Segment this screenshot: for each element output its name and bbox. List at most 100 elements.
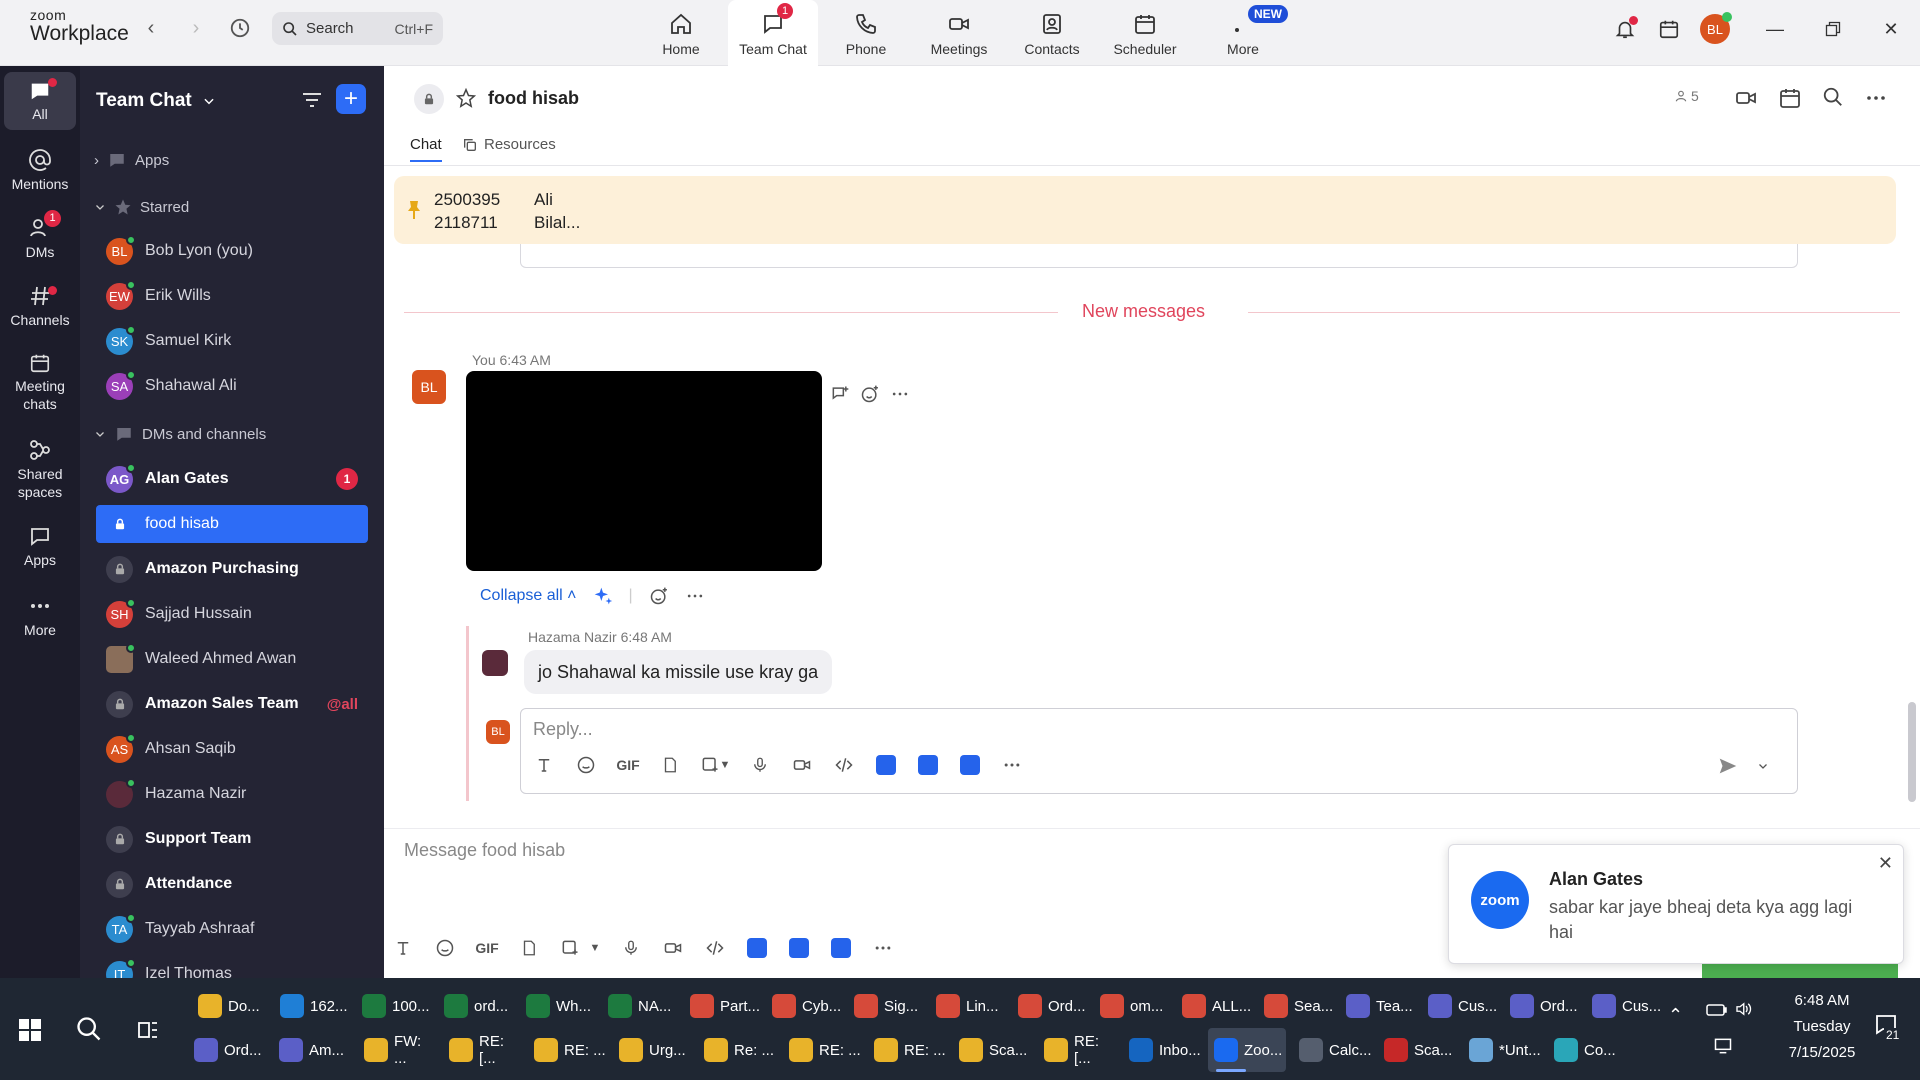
video-clip-icon[interactable] (652, 938, 694, 958)
sidebar-item-amazon-purchasing[interactable]: Amazon Purchasing (96, 550, 368, 588)
more-dots-icon[interactable] (862, 938, 904, 958)
sidebar-item-samuel-kirk[interactable]: SK Samuel Kirk (96, 322, 368, 360)
minimize-icon[interactable]: — (1760, 14, 1790, 44)
tab-home[interactable]: Home (636, 0, 726, 66)
rail-dms[interactable]: 1 DMs (4, 210, 76, 262)
video-clip-icon[interactable] (781, 755, 823, 775)
sidebar-item-izel-thomas[interactable]: IT Izel Thomas (96, 955, 368, 978)
sidebar-item-alan-gates[interactable]: AG Alan Gates 1 (96, 460, 368, 498)
emoji-icon[interactable] (565, 755, 607, 775)
taskbar-item[interactable]: Do... (192, 984, 268, 1028)
taskbar-item[interactable]: Cus... (1422, 984, 1498, 1028)
reply-icon[interactable] (830, 384, 850, 404)
pinned-message[interactable]: 2500395 2118711 Ali Bilal... (394, 176, 1896, 244)
file-icon[interactable] (649, 756, 691, 774)
rail-more[interactable]: More (4, 594, 76, 640)
reply-message-bubble[interactable]: jo Shahawal ka missile use kray ga (524, 650, 833, 694)
avatar-photo[interactable] (482, 650, 508, 676)
chevron-down-icon[interactable] (1757, 760, 1769, 772)
rail-shared-spaces[interactable]: Shared spaces (4, 438, 76, 501)
microphone-icon[interactable] (610, 939, 652, 957)
gif-icon[interactable]: GIF (466, 940, 508, 956)
rail-mentions[interactable]: Mentions (4, 148, 76, 194)
taskbar-item[interactable]: Ord... (1012, 984, 1088, 1028)
taskbar-item[interactable]: Cus... (1586, 984, 1662, 1028)
taskbar-item[interactable]: Am... (273, 1028, 351, 1072)
taskbar-item[interactable]: 100... (356, 984, 432, 1028)
taskbar-item[interactable]: Ord... (188, 1028, 266, 1072)
taskbar-item[interactable]: ord... (438, 984, 514, 1028)
section-starred[interactable]: Starred (94, 195, 189, 219)
collapse-all-button[interactable]: Collapse all ˄ (480, 587, 577, 605)
scrollbar[interactable] (1908, 702, 1916, 802)
calendar-app-icon[interactable] (1654, 14, 1684, 44)
more-dots-icon[interactable] (991, 755, 1033, 775)
app-icon-2[interactable] (778, 938, 820, 958)
chevron-down-icon[interactable]: ▼ (590, 942, 601, 954)
sidebar-item-hazama-nazir[interactable]: Hazama Nazir (96, 775, 368, 813)
taskbar-item[interactable]: ALL... (1176, 984, 1252, 1028)
message-input[interactable]: Message food hisab (404, 840, 565, 861)
taskbar-item[interactable]: RE: ... (528, 1028, 606, 1072)
send-icon[interactable] (1717, 755, 1739, 777)
emoji-add-icon[interactable] (649, 586, 669, 606)
tab-scheduler[interactable]: Scheduler (1100, 0, 1190, 66)
calendar-icon[interactable] (1778, 86, 1802, 115)
close-icon[interactable]: ✕ (1878, 853, 1893, 874)
text-format-icon[interactable] (523, 756, 565, 774)
taskbar-item[interactable]: Co... (1548, 1028, 1626, 1072)
user-avatar[interactable]: BL (1700, 12, 1732, 44)
sidebar-item-support-team[interactable]: Support Team (96, 820, 368, 858)
avatar[interactable]: BL (412, 370, 446, 404)
taskbar-item[interactable]: 162... (274, 984, 350, 1028)
taskbar-item[interactable]: Tea... (1340, 984, 1416, 1028)
tab-more[interactable]: NEW More (1198, 0, 1288, 66)
file-icon[interactable] (508, 939, 550, 957)
sidebar-item-shahawal-ali[interactable]: SA Shahawal Ali (96, 367, 368, 405)
more-dots-icon[interactable] (685, 586, 705, 606)
rail-apps[interactable]: Apps (4, 524, 76, 570)
search-icon[interactable] (72, 1012, 106, 1046)
emoji-icon[interactable] (424, 938, 466, 958)
tab-resources[interactable]: Resources (462, 136, 556, 153)
volume-icon[interactable] (1732, 1000, 1754, 1018)
taskbar-item[interactable]: NA... (602, 984, 678, 1028)
back-icon[interactable]: ‹ (137, 14, 165, 42)
sidebar-title[interactable]: Team Chat (96, 90, 216, 112)
chevron-down-icon[interactable]: ▼ (720, 759, 731, 771)
taskbar-item[interactable]: Wh... (520, 984, 596, 1028)
channel-title[interactable]: food hisab (488, 88, 579, 109)
forward-icon[interactable]: › (182, 14, 210, 42)
rail-channels[interactable]: Channels (4, 284, 76, 330)
chevron-up-icon[interactable]: ⌃ (1668, 1002, 1683, 1028)
restore-icon[interactable] (1818, 14, 1848, 44)
taskbar-item[interactable]: om... (1094, 984, 1170, 1028)
taskbar-item[interactable]: Inbo... (1123, 1028, 1201, 1072)
notifications-icon[interactable]: 21 (1866, 1012, 1906, 1052)
taskbar-item[interactable]: Re: ... (698, 1028, 776, 1072)
taskbar-item[interactable]: FW: ... (358, 1028, 436, 1072)
battery-icon[interactable] (1706, 1002, 1728, 1018)
app-icon-1[interactable] (865, 755, 907, 775)
app-icon-3[interactable] (949, 755, 991, 775)
app-icon-3[interactable] (820, 938, 862, 958)
sidebar-item-bob-lyon[interactable]: BL Bob Lyon (you) (96, 232, 368, 270)
taskbar-item[interactable]: Lin... (930, 984, 1006, 1028)
taskbar-item[interactable]: Ord... (1504, 984, 1580, 1028)
taskbar-item[interactable]: RE: ... (783, 1028, 861, 1072)
code-icon[interactable] (823, 755, 865, 775)
members-button[interactable]: 5 (1674, 88, 1699, 104)
close-icon[interactable]: ✕ (1876, 14, 1906, 44)
filter-icon[interactable] (300, 88, 324, 117)
tab-meetings[interactable]: Meetings (914, 0, 1004, 66)
search-icon[interactable] (1822, 86, 1844, 113)
section-apps[interactable]: › Apps (94, 148, 169, 172)
taskbar-item[interactable]: Sca... (953, 1028, 1031, 1072)
sidebar-item-food-hisab[interactable]: food hisab (96, 505, 368, 543)
taskbar-item[interactable]: *Unt... (1463, 1028, 1541, 1072)
tab-contacts[interactable]: Contacts (1007, 0, 1097, 66)
app-icon-2[interactable] (907, 755, 949, 775)
tab-team-chat[interactable]: 1 Team Chat (728, 0, 818, 66)
rail-all[interactable]: All (4, 72, 76, 130)
sidebar-item-ahsan-saqib[interactable]: AS Ahsan Saqib (96, 730, 368, 768)
